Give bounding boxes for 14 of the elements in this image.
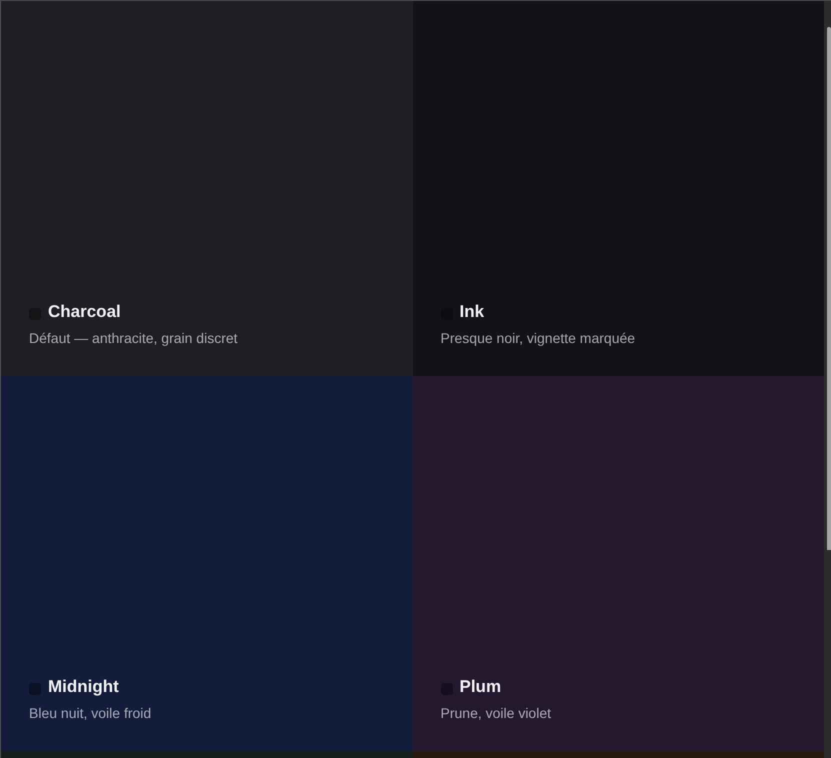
theme-name: Ink (460, 302, 484, 322)
theme-description: Presque noir, vignette marquée (440, 329, 636, 347)
theme-description: Défaut — anthracite, grain discret (29, 329, 238, 347)
theme-description: Bleu nuit, voile froid (29, 704, 152, 722)
theme-card[interactable]: Plum Prune, voile violet (412, 376, 824, 751)
scrollbar-track[interactable] (824, 1, 831, 758)
theme-description: Prune, voile violet (440, 704, 552, 722)
theme-name: Charcoal (48, 302, 121, 322)
theme-name: Plum (460, 677, 502, 697)
scrollbar-thumb[interactable] (827, 27, 831, 550)
theme-card[interactable]: Midnight Bleu nuit, voile froid (1, 376, 412, 751)
theme-name: Midnight (48, 677, 119, 697)
theme-card[interactable]: Ink Presque noir, vignette marquée (412, 1, 824, 376)
theme-card[interactable]: Charcoal Défaut — anthracite, grain discret (1, 1, 412, 376)
